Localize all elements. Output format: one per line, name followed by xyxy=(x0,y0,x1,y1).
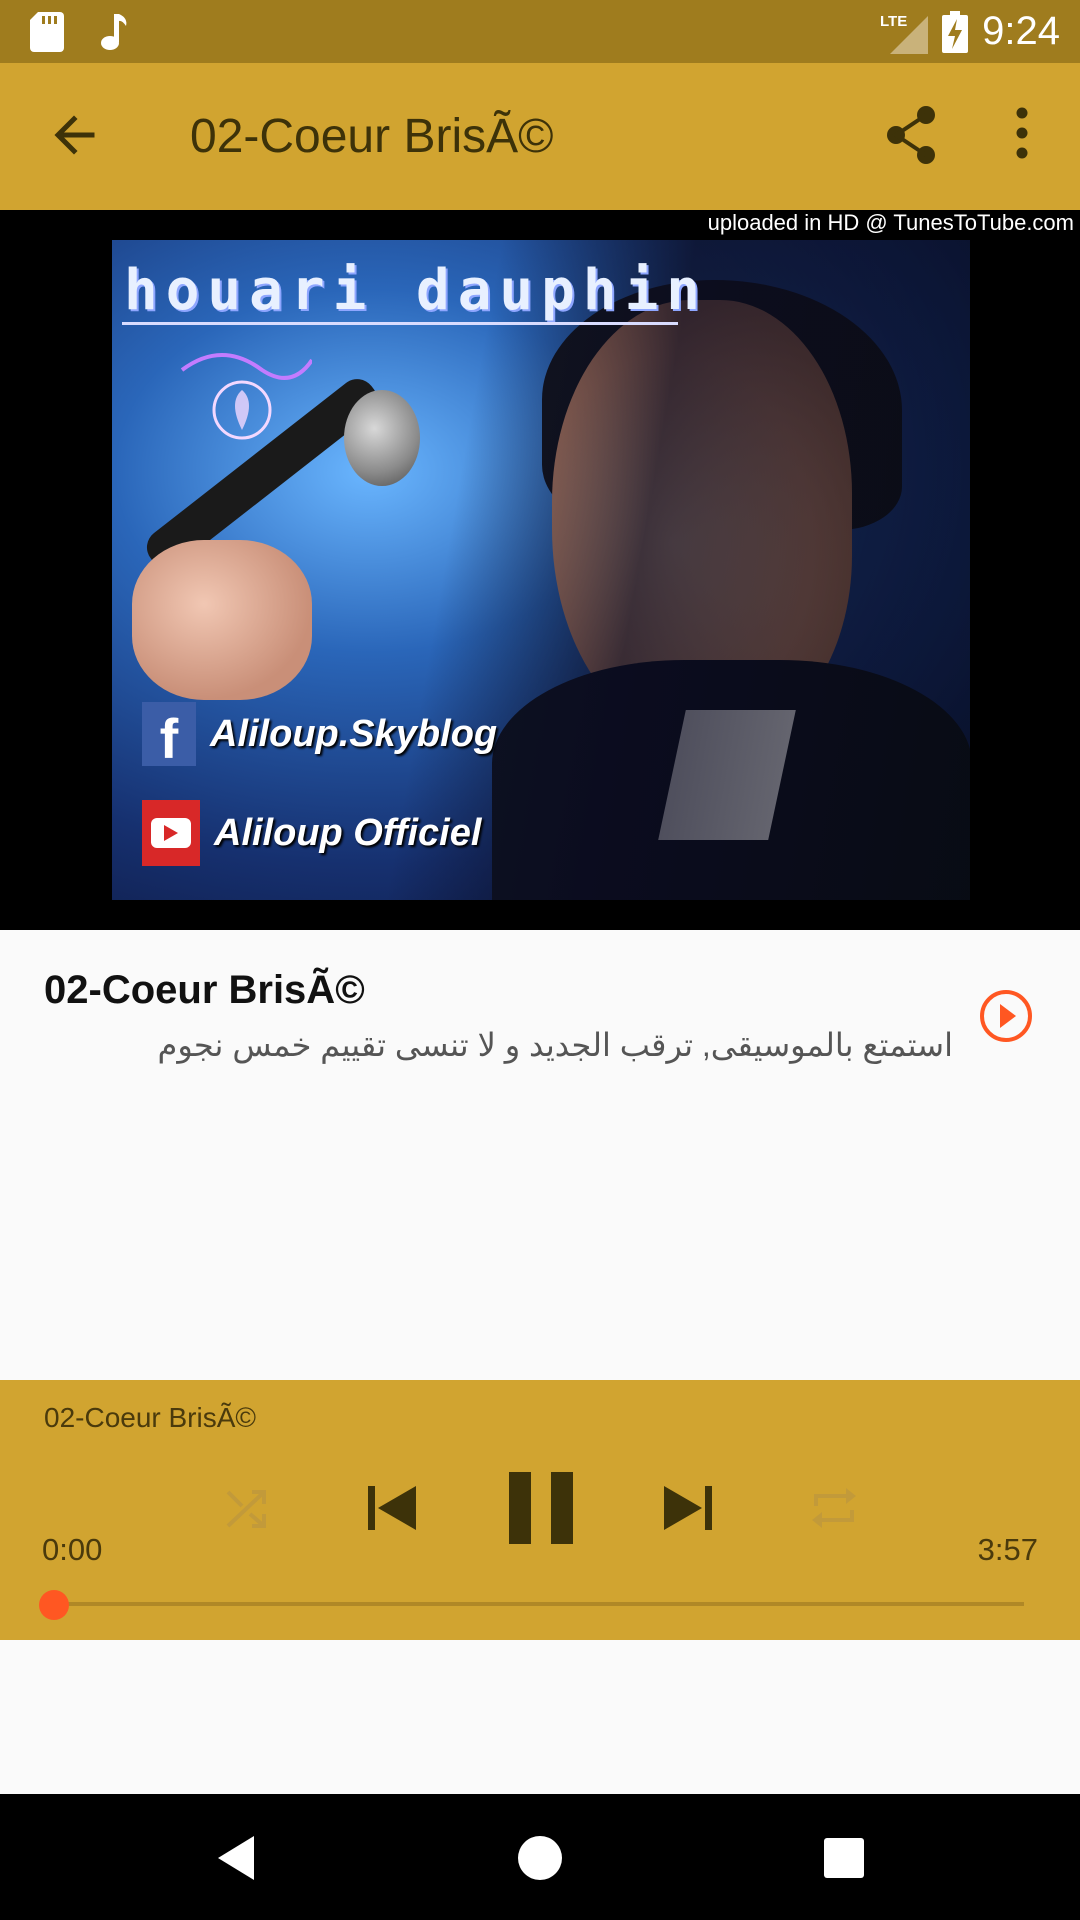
share-icon[interactable] xyxy=(882,103,942,167)
more-vert-icon[interactable] xyxy=(1000,103,1044,167)
facebook-icon: f xyxy=(142,702,196,770)
youtube-icon xyxy=(142,800,200,866)
nav-recents-icon[interactable] xyxy=(816,1830,872,1886)
navigation-bar xyxy=(0,1794,1080,1920)
song-title: 02-Coeur BrisÃ© xyxy=(44,968,365,1012)
nav-home-icon[interactable] xyxy=(512,1830,568,1886)
video-player[interactable]: uploaded in HD @ TunesToTube.com houari … xyxy=(0,210,1080,930)
skip-previous-icon[interactable] xyxy=(364,1480,420,1536)
shuffle-icon[interactable] xyxy=(222,1484,272,1534)
app-bar: 02-Coeur BrisÃ© xyxy=(0,63,1080,210)
status-time: 9:24 xyxy=(982,9,1060,53)
music-note-icon xyxy=(101,14,127,50)
artwork-hand xyxy=(132,540,312,700)
seek-bar[interactable] xyxy=(54,1602,1024,1606)
video-watermark: uploaded in HD @ TunesToTube.com xyxy=(707,210,1074,235)
youtube-row: Aliloup Officiel xyxy=(142,800,481,866)
time-elapsed: 0:00 xyxy=(42,1532,103,1567)
seek-thumb[interactable] xyxy=(39,1590,69,1620)
nav-back-icon[interactable] xyxy=(210,1830,266,1886)
play-circle-icon[interactable] xyxy=(978,988,1034,1044)
player-track-title: 02-Coeur BrisÃ© xyxy=(44,1402,257,1433)
flourish-decoration xyxy=(180,353,312,440)
artwork-microphone-head xyxy=(344,390,420,486)
youtube-text: Aliloup Officiel xyxy=(214,811,482,854)
status-bar: LTE 9:24 xyxy=(0,0,1080,63)
network-type: LTE xyxy=(880,13,907,30)
arrow-back-icon[interactable] xyxy=(44,107,104,167)
song-description: استمتع بالموسيقى, ترقب الجديد و لا تنسى … xyxy=(157,1027,953,1063)
signal-icon: LTE xyxy=(880,13,929,54)
facebook-row: f Aliloup.Skyblog xyxy=(142,702,498,770)
skip-next-icon[interactable] xyxy=(660,1480,716,1536)
music-player: 02-Coeur BrisÃ© 0:00 3:57 xyxy=(0,1380,1080,1640)
page-title: 02-Coeur BrisÃ© xyxy=(190,110,554,163)
pause-icon[interactable] xyxy=(505,1468,577,1548)
empty-area xyxy=(0,1640,1080,1794)
time-total: 3:57 xyxy=(977,1532,1038,1567)
artwork-brand: houari dauphin xyxy=(124,258,709,323)
battery-charging-icon xyxy=(942,10,969,53)
song-info: 02-Coeur BrisÃ© استمتع بالموسيقى, ترقب ا… xyxy=(0,930,1080,1380)
album-artwork: houari dauphin f Aliloup.Skyblog Aliloup… xyxy=(112,240,970,900)
repeat-icon[interactable] xyxy=(808,1482,860,1534)
sd-card-icon xyxy=(30,12,64,52)
facebook-text: Aliloup.Skyblog xyxy=(210,712,498,755)
